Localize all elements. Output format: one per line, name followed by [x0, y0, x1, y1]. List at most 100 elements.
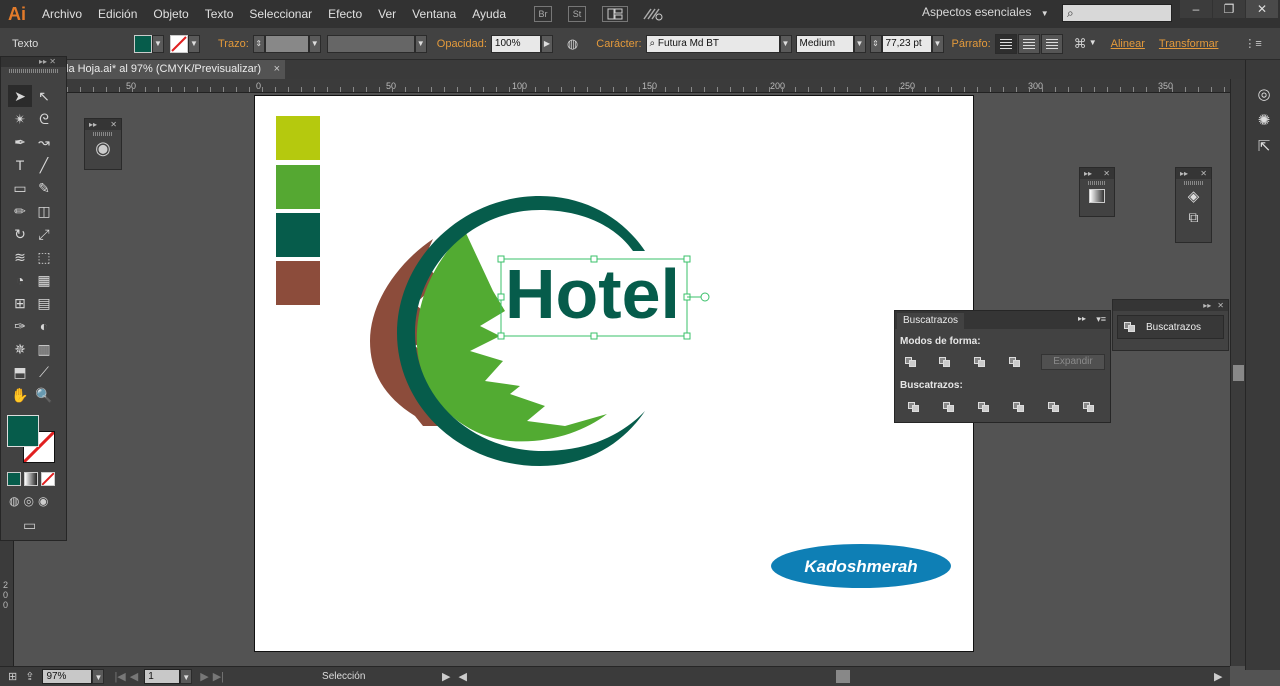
- zoom-tool-icon[interactable]: 🔍: [32, 384, 56, 406]
- zoom-dropdown[interactable]: ▼: [92, 669, 105, 684]
- scroll-left-icon[interactable]: ◀: [459, 670, 467, 683]
- layers-icon[interactable]: ◈: [1176, 187, 1211, 205]
- menu-ver[interactable]: Ver: [370, 0, 404, 28]
- prev-artboard-icon[interactable]: ◀: [130, 670, 138, 683]
- gradient-panel-icon[interactable]: [1089, 189, 1105, 203]
- symbol-sprayer-tool-icon[interactable]: ✵: [8, 338, 32, 360]
- menu-objeto[interactable]: Objeto: [145, 0, 196, 28]
- expand-icon[interactable]: ▸▸: [89, 119, 97, 130]
- artboard[interactable]: Hotel Kadoshmerah: [254, 95, 974, 652]
- tools-grip[interactable]: [9, 69, 58, 73]
- close-window-button[interactable]: ✕: [1246, 0, 1278, 18]
- font-style-dropdown[interactable]: ▼: [853, 34, 866, 53]
- free-transform-tool-icon[interactable]: ⬚: [32, 246, 56, 268]
- align-center-button[interactable]: [1017, 33, 1040, 54]
- intersect-button[interactable]: [970, 354, 990, 370]
- trim-button[interactable]: [939, 399, 959, 415]
- hotel-text[interactable]: Hotel: [505, 255, 680, 333]
- workspace-switcher[interactable]: Aspectos esenciales ▼: [922, 5, 1049, 19]
- document-tab[interactable]: la Hoja.ai* al 97% (CMYK/Previsualizar) …: [60, 60, 285, 79]
- gpu-performance-icon[interactable]: [642, 5, 664, 24]
- expand-icon[interactable]: ▸▸: [1180, 168, 1188, 179]
- transform-link[interactable]: Transformar: [1155, 38, 1223, 50]
- panel-header[interactable]: ▸▸ ✕: [1080, 168, 1114, 179]
- direct-selection-tool-icon[interactable]: ↖: [32, 85, 56, 107]
- fill-dropdown[interactable]: ▼: [152, 34, 164, 53]
- zoom-input[interactable]: 97%: [42, 669, 93, 684]
- pen-tool-icon[interactable]: ✒: [8, 131, 32, 153]
- menu-ayuda[interactable]: Ayuda: [464, 0, 514, 28]
- last-artboard-icon[interactable]: ▶|: [213, 670, 224, 683]
- font-style-input[interactable]: Medium: [795, 34, 854, 53]
- close-icon[interactable]: ✕: [1217, 300, 1224, 311]
- stroke-weight-input[interactable]: [264, 34, 309, 53]
- font-size-dropdown[interactable]: ▼: [931, 34, 944, 53]
- align-right-button[interactable]: [1040, 33, 1063, 54]
- opacity-arrow[interactable]: ▶: [540, 34, 553, 53]
- color-swatch-chip[interactable]: [276, 213, 320, 257]
- mesh-tool-icon[interactable]: ⊞: [8, 292, 32, 314]
- pathfinder-collapsed-button[interactable]: Buscatrazos: [1117, 315, 1224, 339]
- column-graph-tool-icon[interactable]: ▥: [32, 338, 56, 360]
- next-artboard-icon[interactable]: ▶: [200, 670, 208, 683]
- menu-seleccionar[interactable]: Seleccionar: [241, 0, 320, 28]
- help-search-input[interactable]: ⌕: [1062, 4, 1172, 22]
- outline-button[interactable]: [1044, 399, 1064, 415]
- rectangle-tool-icon[interactable]: ▭: [8, 177, 32, 199]
- panel-grip[interactable]: [1184, 181, 1203, 185]
- crop-button[interactable]: [1009, 399, 1029, 415]
- share-icon[interactable]: ⇪: [25, 670, 34, 683]
- export-icon[interactable]: ⇱: [1254, 136, 1274, 156]
- gradient-tool-icon[interactable]: ▤: [32, 292, 56, 314]
- panel-header[interactable]: ▸▸ ✕: [1176, 168, 1211, 179]
- pencil-tool-icon[interactable]: ✏: [8, 200, 32, 222]
- gradient-mode-icon[interactable]: [24, 472, 38, 486]
- vertical-scroll-thumb[interactable]: [1233, 365, 1244, 381]
- panel-header[interactable]: ▸▸ ✕: [1113, 300, 1228, 311]
- artboard-tool-icon[interactable]: ⬒: [8, 361, 32, 383]
- status-menu-icon[interactable]: ▶: [442, 670, 450, 683]
- panel-menu-icon[interactable]: ⋮≡: [1244, 37, 1261, 50]
- stroke-swatch[interactable]: [170, 34, 188, 53]
- pathfinder-tab[interactable]: Buscatrazos: [897, 313, 965, 329]
- merge-button[interactable]: [974, 399, 994, 415]
- stroke-dropdown[interactable]: ▼: [188, 34, 200, 53]
- color-swatch-chip[interactable]: [276, 116, 320, 160]
- expand-button[interactable]: Expandir: [1041, 354, 1105, 370]
- variable-width-profile[interactable]: [326, 34, 415, 53]
- close-icon[interactable]: ✕: [110, 119, 117, 130]
- scroll-right-icon[interactable]: ▶: [1214, 670, 1222, 683]
- panel-menu-icon[interactable]: ▾≡: [1096, 314, 1106, 325]
- minus-back-button[interactable]: [1079, 399, 1099, 415]
- color-guide-icon[interactable]: ◉: [85, 138, 121, 159]
- expand-icon[interactable]: ▸▸: [1203, 300, 1211, 311]
- arrange-icon[interactable]: ⊞: [8, 670, 17, 683]
- divide-button[interactable]: [904, 399, 924, 415]
- close-icon[interactable]: ✕: [1103, 168, 1110, 179]
- stroke-weight-dropdown[interactable]: ▼: [308, 34, 321, 53]
- horizontal-scroll-thumb[interactable]: [836, 670, 850, 683]
- artboards-icon[interactable]: ⧉: [1176, 209, 1211, 226]
- lasso-tool-icon[interactable]: ᘓ: [32, 108, 56, 130]
- globe-icon[interactable]: ◍: [567, 36, 578, 52]
- creative-cloud-icon[interactable]: ◎: [1254, 84, 1274, 104]
- envelope-warp-icon[interactable]: ⌘: [1074, 36, 1087, 52]
- magic-wand-tool-icon[interactable]: ✴: [8, 108, 32, 130]
- fill-swatch[interactable]: [134, 34, 152, 53]
- align-link[interactable]: Alinear: [1107, 38, 1149, 50]
- horizontal-ruler[interactable]: 50 0 50 100 150 200 250 300 350: [67, 79, 1230, 93]
- screen-mode-icon[interactable]: ▭: [23, 517, 36, 534]
- minus-front-button[interactable]: [935, 354, 955, 370]
- perspective-grid-tool-icon[interactable]: ▦: [32, 269, 56, 291]
- slice-tool-icon[interactable]: ⟋: [32, 361, 56, 383]
- menu-archivo[interactable]: Archivo: [34, 0, 90, 28]
- color-swatch-chip[interactable]: [276, 165, 320, 209]
- shape-builder-tool-icon[interactable]: ◔: [8, 269, 32, 291]
- fill-box[interactable]: [7, 415, 39, 447]
- artboard-dropdown[interactable]: ▼: [180, 669, 193, 684]
- stock-icon[interactable]: St: [568, 6, 587, 22]
- minimize-button[interactable]: –: [1180, 0, 1212, 18]
- warp-dropdown[interactable]: ▼: [1087, 35, 1099, 53]
- color-mode-icon[interactable]: [7, 472, 21, 486]
- drawing-modes-icon[interactable]: ◍◎◉: [9, 494, 52, 508]
